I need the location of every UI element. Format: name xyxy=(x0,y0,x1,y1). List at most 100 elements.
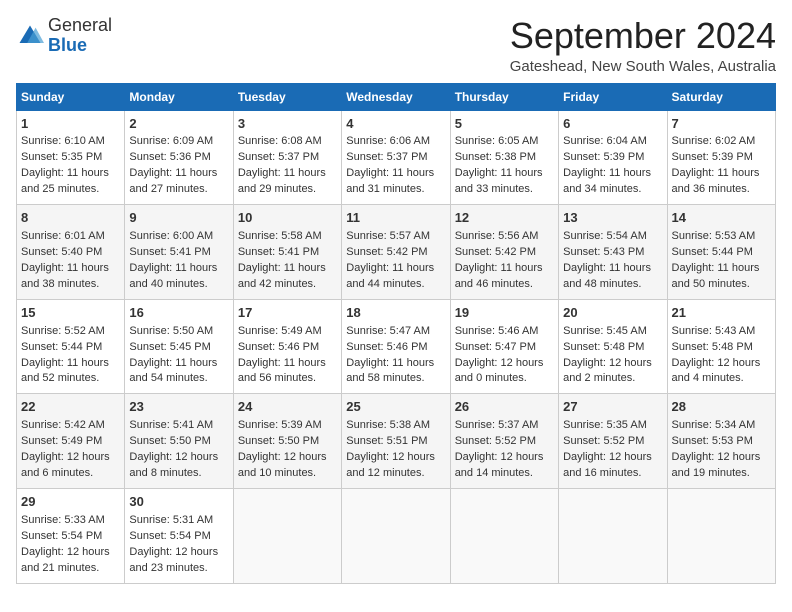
day-info: Sunset: 5:54 PM xyxy=(129,529,228,545)
day-info: Sunrise: 6:10 AM xyxy=(21,134,120,150)
calendar-cell: 27Sunrise: 5:35 AMSunset: 5:52 PMDayligh… xyxy=(559,394,667,489)
calendar-cell: 6Sunrise: 6:04 AMSunset: 5:39 PMDaylight… xyxy=(559,110,667,205)
day-info: and 36 minutes. xyxy=(672,182,771,198)
day-info: Daylight: 11 hours xyxy=(455,166,554,182)
day-number: 23 xyxy=(129,398,228,417)
calendar-week-1: 1Sunrise: 6:10 AMSunset: 5:35 PMDaylight… xyxy=(17,110,776,205)
calendar-cell: 15Sunrise: 5:52 AMSunset: 5:44 PMDayligh… xyxy=(17,299,125,394)
day-info: Sunrise: 5:38 AM xyxy=(346,418,445,434)
day-number: 9 xyxy=(129,209,228,228)
logo-general-text: General xyxy=(48,15,112,35)
day-number: 2 xyxy=(129,115,228,134)
day-info: Sunset: 5:51 PM xyxy=(346,434,445,450)
day-info: Daylight: 12 hours xyxy=(21,545,120,561)
day-info: Sunrise: 5:52 AM xyxy=(21,324,120,340)
calendar-week-3: 15Sunrise: 5:52 AMSunset: 5:44 PMDayligh… xyxy=(17,299,776,394)
day-info: Sunset: 5:39 PM xyxy=(563,150,662,166)
day-info: Daylight: 12 hours xyxy=(129,545,228,561)
col-header-friday: Friday xyxy=(559,83,667,110)
day-number: 1 xyxy=(21,115,120,134)
day-info: and 44 minutes. xyxy=(346,277,445,293)
day-info: Sunset: 5:36 PM xyxy=(129,150,228,166)
calendar-cell: 25Sunrise: 5:38 AMSunset: 5:51 PMDayligh… xyxy=(342,394,450,489)
day-info: Daylight: 11 hours xyxy=(238,166,337,182)
day-number: 13 xyxy=(563,209,662,228)
day-info: Sunrise: 5:31 AM xyxy=(129,513,228,529)
day-info: and 2 minutes. xyxy=(563,371,662,387)
day-info: and 12 minutes. xyxy=(346,466,445,482)
day-info: and 16 minutes. xyxy=(563,466,662,482)
day-info: Sunset: 5:48 PM xyxy=(563,340,662,356)
col-header-saturday: Saturday xyxy=(667,83,775,110)
calendar-cell: 23Sunrise: 5:41 AMSunset: 5:50 PMDayligh… xyxy=(125,394,233,489)
day-info: Daylight: 12 hours xyxy=(672,450,771,466)
calendar-cell xyxy=(559,488,667,583)
day-info: Daylight: 12 hours xyxy=(672,356,771,372)
day-number: 20 xyxy=(563,304,662,323)
day-info: and 25 minutes. xyxy=(21,182,120,198)
day-info: Sunset: 5:48 PM xyxy=(672,340,771,356)
day-number: 15 xyxy=(21,304,120,323)
calendar-cell: 21Sunrise: 5:43 AMSunset: 5:48 PMDayligh… xyxy=(667,299,775,394)
day-info: Daylight: 11 hours xyxy=(238,261,337,277)
day-info: Sunset: 5:52 PM xyxy=(563,434,662,450)
calendar-cell xyxy=(342,488,450,583)
calendar-cell: 24Sunrise: 5:39 AMSunset: 5:50 PMDayligh… xyxy=(233,394,341,489)
day-info: Sunrise: 6:00 AM xyxy=(129,229,228,245)
day-info: Sunset: 5:42 PM xyxy=(346,245,445,261)
day-info: Sunset: 5:40 PM xyxy=(21,245,120,261)
day-info: Daylight: 11 hours xyxy=(21,261,120,277)
day-number: 7 xyxy=(672,115,771,134)
day-number: 28 xyxy=(672,398,771,417)
col-header-monday: Monday xyxy=(125,83,233,110)
col-header-wednesday: Wednesday xyxy=(342,83,450,110)
day-info: Sunset: 5:50 PM xyxy=(238,434,337,450)
calendar-cell: 4Sunrise: 6:06 AMSunset: 5:37 PMDaylight… xyxy=(342,110,450,205)
day-info: Sunrise: 5:43 AM xyxy=(672,324,771,340)
day-info: and 54 minutes. xyxy=(129,371,228,387)
day-info: Sunset: 5:38 PM xyxy=(455,150,554,166)
day-number: 19 xyxy=(455,304,554,323)
day-number: 27 xyxy=(563,398,662,417)
day-info: Sunrise: 6:05 AM xyxy=(455,134,554,150)
day-info: Sunrise: 5:53 AM xyxy=(672,229,771,245)
day-number: 30 xyxy=(129,493,228,512)
day-info: and 58 minutes. xyxy=(346,371,445,387)
calendar-cell: 7Sunrise: 6:02 AMSunset: 5:39 PMDaylight… xyxy=(667,110,775,205)
day-info: and 42 minutes. xyxy=(238,277,337,293)
day-info: Sunrise: 6:02 AM xyxy=(672,134,771,150)
calendar-cell: 19Sunrise: 5:46 AMSunset: 5:47 PMDayligh… xyxy=(450,299,558,394)
day-info: Sunrise: 5:37 AM xyxy=(455,418,554,434)
day-info: Sunset: 5:46 PM xyxy=(238,340,337,356)
calendar-cell: 17Sunrise: 5:49 AMSunset: 5:46 PMDayligh… xyxy=(233,299,341,394)
day-info: Daylight: 12 hours xyxy=(238,450,337,466)
day-info: and 23 minutes. xyxy=(129,561,228,577)
day-number: 6 xyxy=(563,115,662,134)
calendar-week-5: 29Sunrise: 5:33 AMSunset: 5:54 PMDayligh… xyxy=(17,488,776,583)
day-info: Sunrise: 5:41 AM xyxy=(129,418,228,434)
day-info: Daylight: 11 hours xyxy=(129,166,228,182)
day-info: Sunrise: 5:42 AM xyxy=(21,418,120,434)
day-info: and 40 minutes. xyxy=(129,277,228,293)
day-info: Sunrise: 6:08 AM xyxy=(238,134,337,150)
day-info: Sunrise: 5:57 AM xyxy=(346,229,445,245)
day-info: Daylight: 11 hours xyxy=(346,166,445,182)
day-info: and 19 minutes. xyxy=(672,466,771,482)
day-info: Sunset: 5:37 PM xyxy=(346,150,445,166)
day-info: Daylight: 12 hours xyxy=(563,356,662,372)
day-info: and 6 minutes. xyxy=(21,466,120,482)
day-number: 3 xyxy=(238,115,337,134)
day-info: Daylight: 11 hours xyxy=(238,356,337,372)
calendar-cell: 5Sunrise: 6:05 AMSunset: 5:38 PMDaylight… xyxy=(450,110,558,205)
day-info: Sunrise: 5:56 AM xyxy=(455,229,554,245)
calendar-cell: 16Sunrise: 5:50 AMSunset: 5:45 PMDayligh… xyxy=(125,299,233,394)
day-info: Daylight: 11 hours xyxy=(129,261,228,277)
day-info: Daylight: 11 hours xyxy=(129,356,228,372)
day-info: Daylight: 11 hours xyxy=(346,261,445,277)
day-info: and 27 minutes. xyxy=(129,182,228,198)
day-info: Sunset: 5:45 PM xyxy=(129,340,228,356)
day-info: Sunrise: 5:46 AM xyxy=(455,324,554,340)
calendar-week-2: 8Sunrise: 6:01 AMSunset: 5:40 PMDaylight… xyxy=(17,205,776,300)
day-info: Sunset: 5:53 PM xyxy=(672,434,771,450)
calendar-cell: 30Sunrise: 5:31 AMSunset: 5:54 PMDayligh… xyxy=(125,488,233,583)
